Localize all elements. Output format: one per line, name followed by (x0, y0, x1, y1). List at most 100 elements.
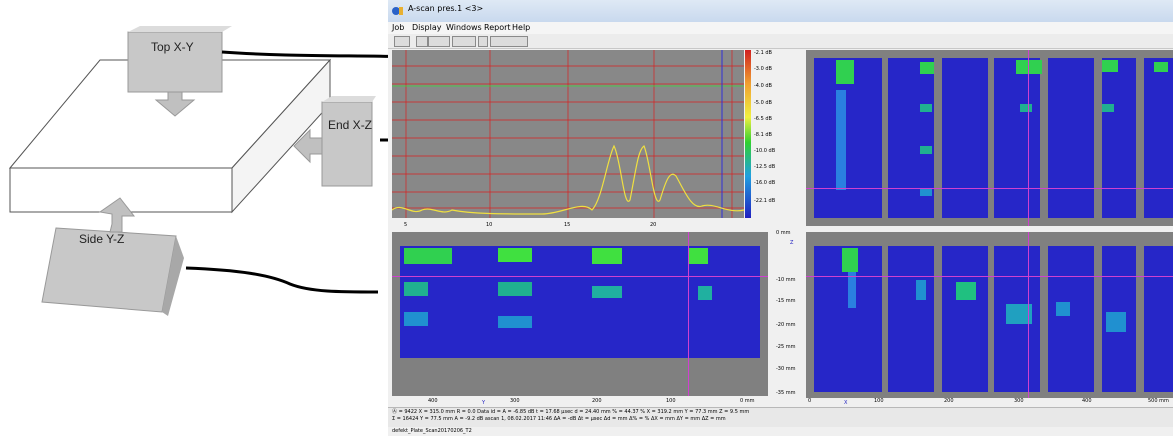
window-title: A-scan pres.1 <3> (408, 4, 484, 13)
bscan-reflector (404, 282, 428, 296)
depth-label: -35 mm (776, 390, 796, 396)
end-xz-label: End X-Z (328, 118, 373, 132)
orientation-diagram (8, 26, 390, 316)
menu-bar: Job Display Windows Report Help (388, 22, 1173, 34)
cscan-x-tick: 400 (1082, 398, 1092, 404)
bscan-reflector (698, 286, 712, 300)
cscan-indication (1106, 312, 1126, 332)
cscan-indication (842, 248, 858, 272)
bscan-x-tick: 300 (510, 398, 520, 404)
cscan-strip (1048, 246, 1094, 392)
cscan-x-tick: 200 (944, 398, 954, 404)
end-block (321, 101, 373, 187)
db-label: -10.0 dB (754, 148, 776, 154)
cscan-indication (920, 146, 932, 154)
cscan-indication (1056, 302, 1070, 316)
ascan-plot (392, 50, 751, 230)
depth-axis-letter: Z (790, 240, 794, 246)
cscan-strip (942, 246, 988, 392)
status-line-1: Ⓐ = 9422 X = 315.0 mm R = 0.0 Data id = … (392, 409, 750, 415)
cscan-x-tick: 100 (874, 398, 884, 404)
cscan-bottom-cursor-v[interactable] (1028, 232, 1029, 398)
cscan-indication (1016, 60, 1042, 74)
menu-report[interactable]: Report (484, 23, 511, 32)
bscan-reflector (498, 248, 532, 262)
cscan-indication (920, 62, 934, 74)
db-label: -4.0 dB (754, 83, 772, 89)
grid-icon[interactable] (452, 36, 476, 47)
bscan-x-tick: 0 mm (740, 398, 755, 404)
menu-windows[interactable]: Windows (446, 23, 482, 32)
bscan-panel (392, 232, 768, 396)
status-line-2: Σ = 16424 Y = 77.5 mm A = -9.2 dB ascan … (392, 416, 726, 422)
cscan-indication (836, 90, 846, 190)
bscan-cursor-v[interactable] (688, 232, 689, 396)
menu-display[interactable]: Display (412, 23, 442, 32)
db-label: -12.5 dB (754, 164, 776, 170)
cscan-strip (942, 58, 988, 218)
cscan-strip (1102, 58, 1136, 218)
cscan-axis-letter: X (844, 400, 848, 406)
bscan-reflector (688, 248, 708, 264)
toolbar (388, 34, 1173, 49)
depth-label: -15 mm (776, 298, 796, 304)
menu-job[interactable]: Job (392, 23, 404, 32)
layout-icon[interactable] (490, 36, 528, 47)
bscan-x-tick: 100 (666, 398, 676, 404)
cscan-indication (1102, 60, 1118, 72)
cscan-top-cursor-v[interactable] (1028, 50, 1029, 226)
db-label: -22.1 dB (754, 198, 776, 204)
nav-fwd-icon[interactable] (428, 36, 450, 47)
bscan-x-tick: 400 (428, 398, 438, 404)
top-xy-label: Top X-Y (151, 40, 194, 54)
db-label: -16.0 dB (754, 180, 776, 186)
cscan-indication (1154, 62, 1168, 72)
ascan-x-tick: 20 (650, 222, 657, 228)
cscan-bottom-panel (806, 232, 1173, 398)
cscan-strip (888, 246, 934, 392)
ascan-x-tick: 10 (486, 222, 493, 228)
cscan-x-tick: 500 mm (1148, 398, 1169, 404)
nav-back-icon[interactable] (416, 36, 428, 47)
bscan-x-tick: 200 (592, 398, 602, 404)
title-bar: A-scan pres.1 <3> (388, 0, 1173, 22)
refresh-icon[interactable] (478, 36, 488, 47)
depth-label: -20 mm (776, 322, 796, 328)
depth-label: -25 mm (776, 344, 796, 350)
top-block-depth (128, 26, 232, 32)
cscan-x-tick: 300 (1014, 398, 1024, 404)
bscan-reflector (592, 248, 622, 264)
bscan-axis-letter: Y (482, 400, 486, 406)
bscan-reflector (592, 286, 622, 298)
cscan-indication (956, 282, 976, 300)
db-label: -5.0 dB (754, 100, 772, 106)
cscan-strip (1144, 58, 1173, 218)
cscan-x-tick: 0 (808, 398, 812, 404)
cscan-indication (848, 272, 856, 308)
cscan-indication (1102, 104, 1114, 112)
bscan-reflector (498, 316, 532, 328)
bscan-reflector (498, 282, 532, 296)
ascan-x-tick: 5 (404, 222, 408, 228)
db-color-scale (745, 50, 751, 218)
bscan-cursor-h[interactable] (392, 276, 768, 277)
ascan-x-tick: 15 (564, 222, 571, 228)
view-toggle-icon[interactable] (394, 36, 410, 47)
db-label: -8.1 dB (754, 132, 772, 138)
cscan-strip (1144, 246, 1173, 392)
bscan-reflector (404, 312, 428, 326)
bscan-reflector (404, 248, 452, 264)
cscan-indication (1020, 104, 1032, 112)
cscan-indication (916, 280, 926, 300)
cscan-strip (994, 58, 1040, 218)
cscan-top-cursor-h[interactable] (806, 188, 1173, 189)
file-name: defekt_Plate_Scan20170206_T2 (392, 428, 472, 434)
menu-help[interactable]: Help (512, 23, 530, 32)
side-arrow-line (185, 266, 379, 294)
cscan-bottom-cursor-h[interactable] (806, 276, 1173, 277)
side-yz-label: Side Y-Z (79, 232, 125, 246)
ascan-window: A-scan pres.1 <3> Job Display Windows Re… (388, 0, 1173, 436)
cscan-strip (1048, 58, 1094, 218)
cscan-indication (836, 60, 854, 84)
cscan-indication (920, 104, 932, 112)
